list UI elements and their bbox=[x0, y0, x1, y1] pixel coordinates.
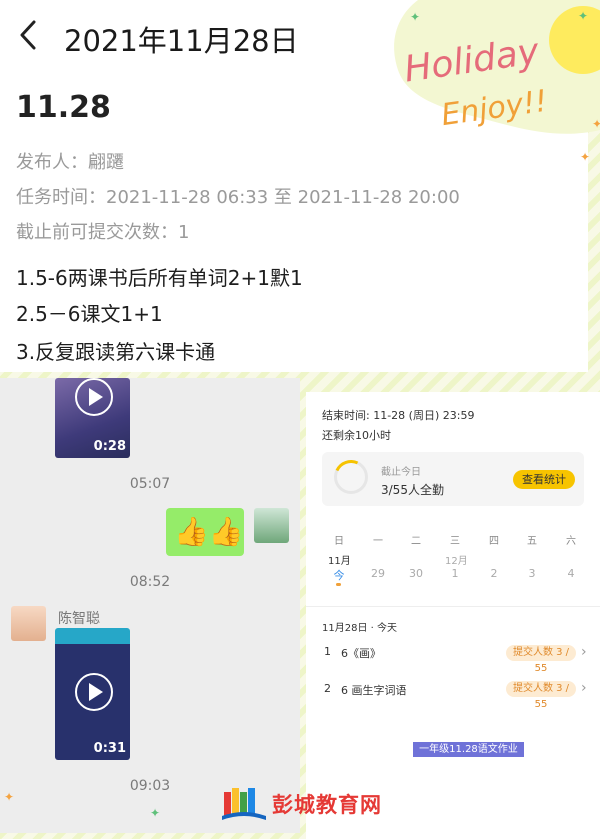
play-icon[interactable] bbox=[75, 673, 113, 711]
calendar-day[interactable]: 3 bbox=[520, 567, 544, 580]
book-logo-icon bbox=[222, 788, 266, 820]
submit-limit-text: 截止前可提交次数：1 bbox=[16, 222, 190, 243]
today-dot bbox=[336, 583, 341, 586]
task-item-3: 3.反复跟读第六课卡通 bbox=[16, 340, 216, 364]
attendance-count: 3/55人全勤 bbox=[381, 483, 444, 497]
back-arrow-icon[interactable] bbox=[14, 18, 42, 52]
chevron-right-icon: › bbox=[581, 644, 587, 660]
svg-text:✦: ✦ bbox=[578, 9, 588, 23]
task-item-2: 2.5－6课文1+1 bbox=[16, 302, 163, 326]
divider bbox=[306, 606, 600, 607]
video-message-2[interactable]: 0:31 bbox=[55, 628, 130, 760]
calendar-day[interactable]: 1 bbox=[443, 567, 467, 580]
end-time-text: 结束时间: 11-28 (周日) 23:59 bbox=[322, 409, 475, 422]
chat-timestamp: 08:52 bbox=[129, 574, 171, 590]
page-title: 2021年11月28日 bbox=[64, 24, 299, 58]
video-duration: 0:31 bbox=[93, 741, 126, 756]
star-icon: ✦ bbox=[150, 806, 161, 820]
calendar-day[interactable]: 30 bbox=[404, 567, 428, 580]
star-icon: ✦ bbox=[4, 790, 15, 804]
weekday-label: 二 bbox=[411, 536, 421, 547]
submission-count-badge: 提交人数 3 / 55 bbox=[506, 645, 576, 674]
star-icon: ✦ bbox=[410, 10, 421, 24]
calendar-day[interactable]: 2 bbox=[482, 567, 506, 580]
weekday-label: 五 bbox=[527, 536, 537, 547]
avatar[interactable] bbox=[11, 606, 46, 641]
weekday-label: 三 bbox=[450, 536, 460, 547]
video-duration: 0:28 bbox=[93, 439, 126, 454]
play-icon[interactable] bbox=[75, 378, 113, 416]
view-stats-button[interactable]: 查看统计 bbox=[513, 470, 575, 489]
assignment-number: 2 bbox=[324, 682, 331, 695]
emoji-bubble[interactable]: 👍👍 bbox=[166, 508, 244, 556]
avatar[interactable] bbox=[254, 508, 289, 543]
weekday-label: 一 bbox=[373, 536, 383, 547]
weekday-label: 四 bbox=[489, 536, 499, 547]
weekday-label: 日 bbox=[334, 536, 344, 547]
task-item-1: 1.5-6两课书后所有单词2+1默1 bbox=[16, 266, 303, 290]
task-time-text: 任务时间：2021-11-28 06:33 至 2021-11-28 20:00 bbox=[16, 187, 460, 208]
deadline-label: 截止今日 bbox=[381, 467, 421, 478]
remaining-time-text: 还剩余10小时 bbox=[322, 429, 391, 442]
chat-screenshot: 0:28 05:07 👍👍 08:52 陈智聪 0:31 09:03 bbox=[0, 378, 300, 833]
date-header: 11月28日 · 今天 bbox=[322, 623, 397, 634]
calendar-day-today[interactable]: 今 bbox=[327, 567, 351, 583]
publisher-text: 发布人：翩躚 bbox=[16, 152, 124, 173]
assignment-number: 1 bbox=[324, 645, 331, 658]
calendar-day[interactable]: 4 bbox=[559, 567, 583, 580]
site-logo-text: 彭城教育网 bbox=[272, 793, 382, 817]
month-label: 11月 bbox=[328, 556, 351, 567]
thumbs-up-icon: 👍👍 bbox=[174, 515, 244, 548]
star-icon: ✦ bbox=[580, 150, 591, 164]
weekday-label: 六 bbox=[566, 536, 576, 547]
chat-timestamp: 05:07 bbox=[129, 476, 171, 492]
submission-count-badge: 提交人数 3 / 55 bbox=[506, 681, 576, 710]
homework-tag: 一年级11.28语文作业 bbox=[413, 742, 524, 757]
video-message-1[interactable]: 0:28 bbox=[55, 378, 130, 458]
task-title: 11.28 bbox=[16, 90, 111, 125]
sender-name: 陈智聪 bbox=[58, 611, 100, 627]
assignment-name: 6《画》 bbox=[341, 647, 381, 660]
chevron-right-icon: › bbox=[581, 680, 587, 696]
svg-text:✦: ✦ bbox=[592, 117, 600, 131]
assignment-name: 6 画生字词语 bbox=[341, 684, 407, 697]
calendar-day[interactable]: 29 bbox=[366, 567, 390, 580]
month-label: 12月 bbox=[445, 556, 468, 567]
